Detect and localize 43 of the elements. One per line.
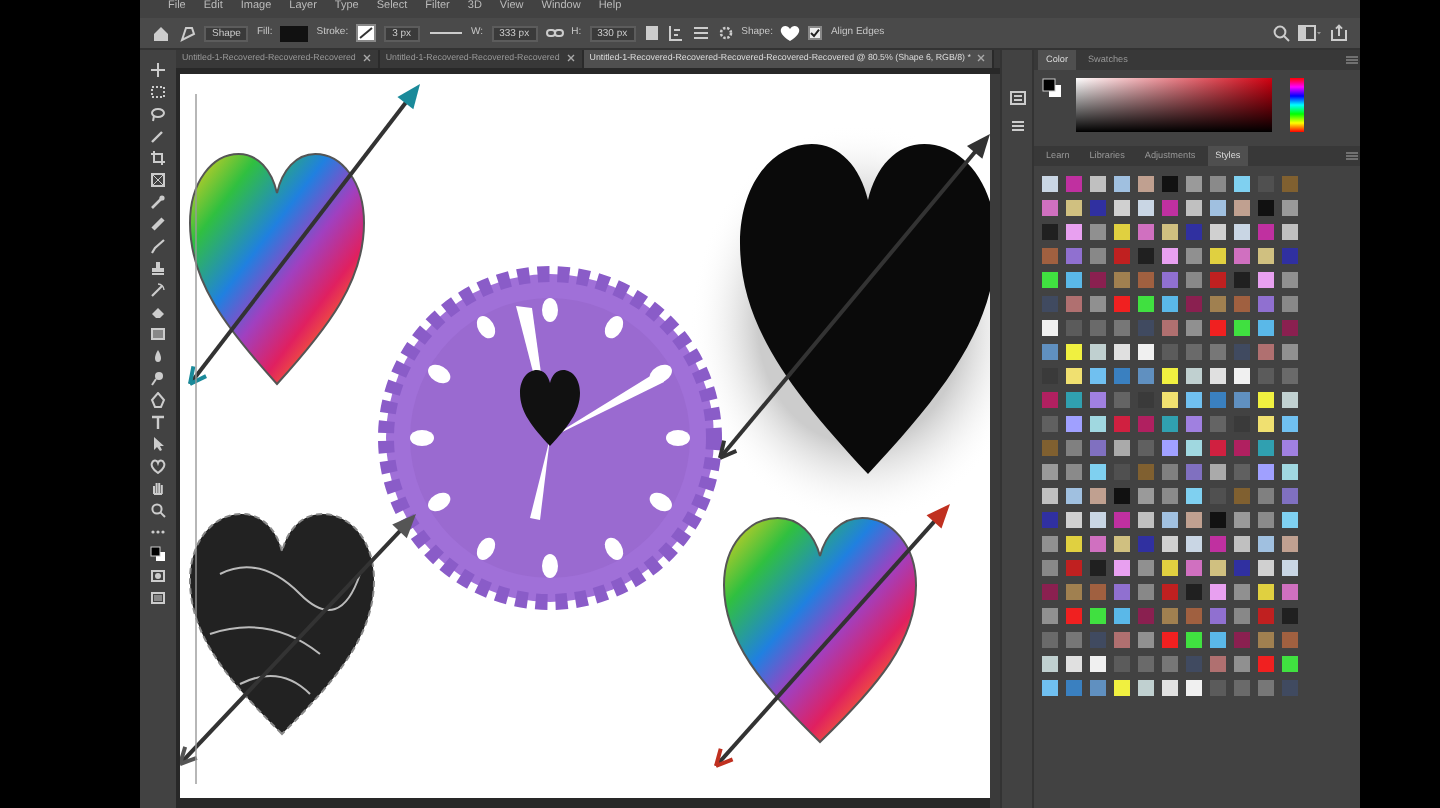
stroke-swatch-icon[interactable] xyxy=(356,24,377,42)
zoom-icon[interactable] xyxy=(150,502,166,518)
shape-icon[interactable] xyxy=(150,458,166,474)
link-icon[interactable] xyxy=(545,24,564,42)
fill-swatch[interactable] xyxy=(280,25,309,41)
eyedropper-icon[interactable] xyxy=(150,194,166,210)
crop-icon[interactable] xyxy=(150,150,166,166)
marquee-icon[interactable] xyxy=(150,84,166,100)
color-swatches-icon[interactable] xyxy=(150,546,166,562)
type-icon[interactable] xyxy=(150,414,166,430)
history-icon[interactable] xyxy=(1009,90,1025,106)
color-swatches-icon[interactable] xyxy=(1042,78,1062,98)
pen-tool-icon[interactable] xyxy=(178,24,196,42)
hand-icon[interactable] xyxy=(150,480,166,496)
close-icon[interactable] xyxy=(565,50,576,66)
properties-icon[interactable] xyxy=(1009,118,1025,134)
screen-mode-icon[interactable] xyxy=(150,590,166,606)
share-icon[interactable] xyxy=(1330,24,1348,42)
eraser-icon[interactable] xyxy=(150,304,166,320)
path-arrangement-icon[interactable] xyxy=(691,24,710,42)
move-icon[interactable] xyxy=(150,62,166,78)
close-icon[interactable] xyxy=(976,50,987,66)
panel-menu-icon[interactable] xyxy=(1344,50,1360,70)
path-alignment-icon[interactable] xyxy=(667,24,684,42)
home-icon[interactable] xyxy=(152,24,170,42)
close-icon[interactable] xyxy=(361,50,372,66)
color-field[interactable] xyxy=(1076,78,1272,132)
drop-icon[interactable] xyxy=(150,348,166,364)
frame-icon[interactable] xyxy=(150,172,166,188)
mask-icon[interactable] xyxy=(150,568,166,584)
brush-icon[interactable] xyxy=(150,238,166,254)
scrollbar[interactable] xyxy=(990,74,1000,808)
heart-shape-icon[interactable] xyxy=(780,24,801,42)
arrow-pointer-icon[interactable] xyxy=(150,436,166,452)
lasso-icon[interactable] xyxy=(150,106,166,122)
dodge-icon[interactable] xyxy=(150,370,166,386)
stamp-icon[interactable] xyxy=(150,260,166,276)
hue-spectrum xyxy=(1290,78,1304,132)
path-operations-icon[interactable] xyxy=(643,24,660,42)
align-edges-checkbox[interactable] xyxy=(808,26,823,40)
workspace-icon[interactable] xyxy=(1298,24,1322,42)
search-icon[interactable] xyxy=(1272,24,1290,42)
panel-menu-icon[interactable] xyxy=(1344,146,1360,166)
